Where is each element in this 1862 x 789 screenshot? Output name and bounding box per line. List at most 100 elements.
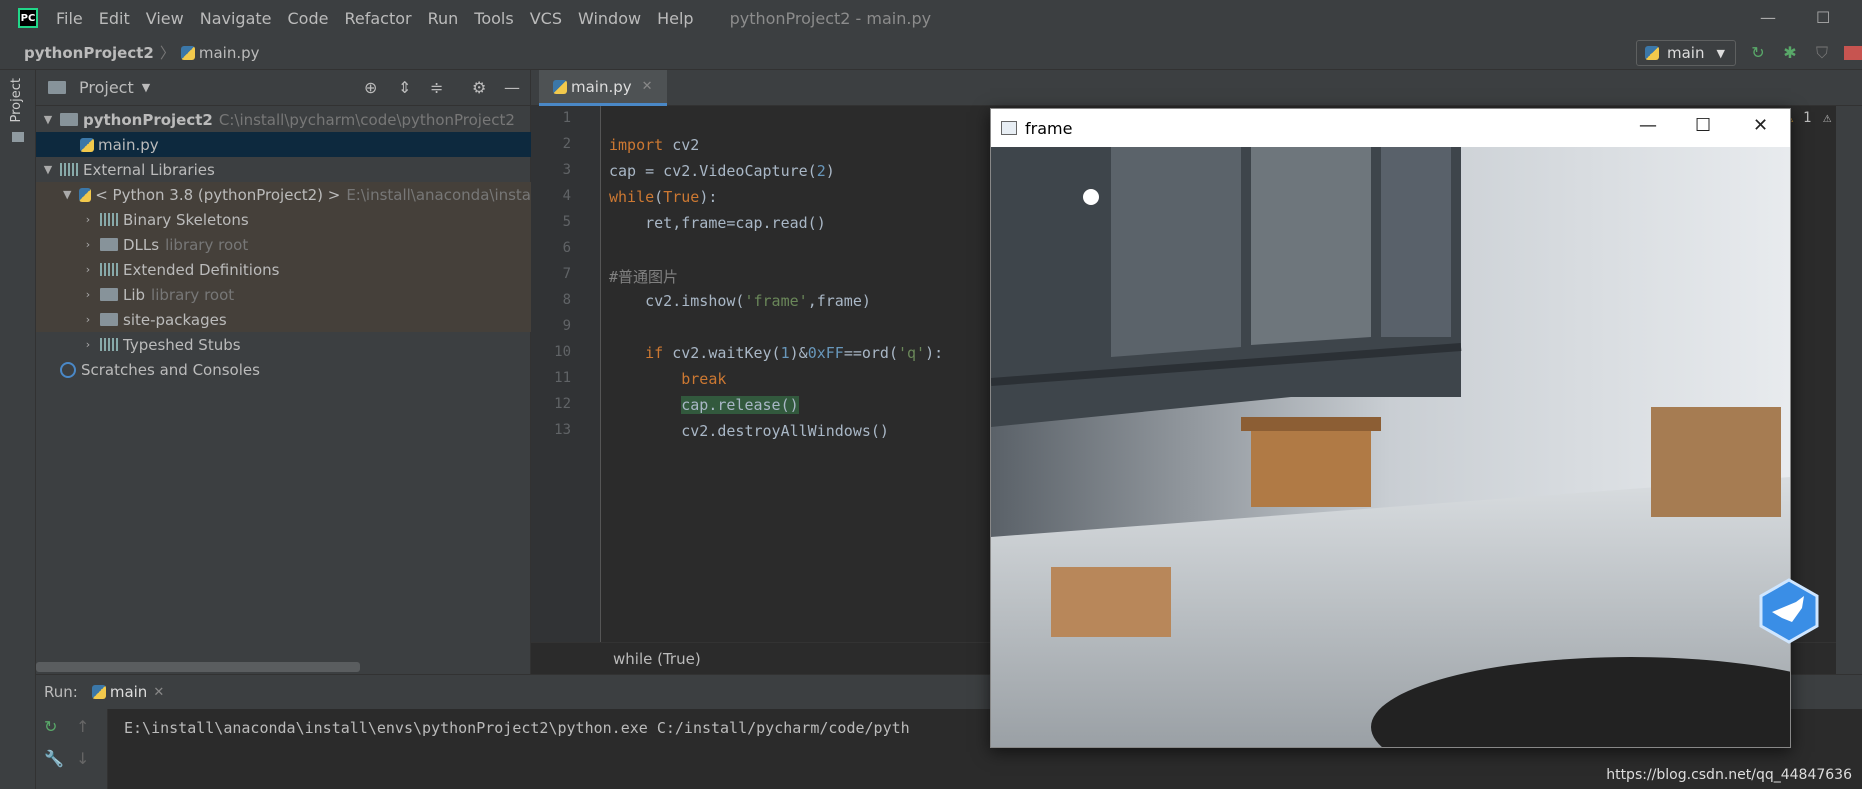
- code-line-12: cap.release(): [681, 396, 799, 414]
- tree-item-label: pythonProject2: [83, 110, 213, 129]
- tree-item-label: Typeshed Stubs: [123, 335, 241, 354]
- project-tool-window-tab[interactable]: Project: [9, 78, 24, 122]
- tree-item-label: < Python 3.8 (pythonProject2) >: [95, 185, 341, 204]
- line-number: 4: [562, 188, 571, 204]
- chevron-right-icon[interactable]: ›: [80, 338, 96, 351]
- arrow-down-icon[interactable]: ↓: [76, 749, 89, 768]
- stop-icon[interactable]: [1844, 46, 1862, 60]
- tree-item-project-root[interactable]: ▼ pythonProject2 C:\install\pycharm\code…: [36, 107, 531, 132]
- debug-bug-icon[interactable]: ✱: [1780, 43, 1800, 63]
- gear-icon[interactable]: ⚙: [472, 78, 486, 97]
- chevron-right-icon[interactable]: ›: [80, 238, 96, 251]
- folder-icon: [12, 132, 24, 142]
- tree-item-dlls[interactable]: › DLLs library root: [36, 232, 531, 257]
- project-folder-icon: [48, 81, 66, 94]
- project-panel-title[interactable]: Project: [79, 78, 134, 97]
- run-configuration-select[interactable]: main ▼: [1636, 40, 1736, 66]
- left-tool-strip: Project: [0, 70, 36, 789]
- tree-item-lib[interactable]: › Lib library root: [36, 282, 531, 307]
- chevron-right-icon[interactable]: ›: [80, 288, 96, 301]
- close-icon[interactable]: ✕: [1753, 115, 1768, 136]
- code-line-13: cv2.destroyAllWindows(): [609, 422, 889, 440]
- code-line-3: cap = cv2.VideoCapture(2): [609, 162, 835, 180]
- editor-tab-bar: main.py ✕: [531, 70, 1862, 106]
- tree-item-extended-definitions[interactable]: › Extended Definitions: [36, 257, 531, 282]
- menu-view[interactable]: View: [138, 9, 192, 28]
- maximize-icon[interactable]: ☐: [1816, 8, 1830, 27]
- tree-item-path: E:\install\anaconda\insta: [346, 185, 531, 204]
- line-number: 3: [562, 162, 571, 178]
- line-number: 8: [562, 292, 571, 308]
- horizontal-scrollbar[interactable]: [36, 662, 360, 672]
- tree-item-binary-skeletons[interactable]: › Binary Skeletons: [36, 207, 531, 232]
- chevron-down-icon[interactable]: ▼: [60, 188, 75, 201]
- library-icon: [100, 213, 118, 226]
- tree-item-scratches[interactable]: Scratches and Consoles: [36, 357, 531, 382]
- menu-window[interactable]: Window: [570, 9, 649, 28]
- rerun-icon[interactable]: ↻: [1748, 43, 1768, 63]
- chevron-down-icon[interactable]: ▼: [40, 113, 56, 126]
- menu-edit[interactable]: Edit: [91, 9, 138, 28]
- collapse-all-icon[interactable]: ≑: [430, 78, 443, 97]
- run-tab-main[interactable]: main ✕: [91, 683, 164, 701]
- menu-tools[interactable]: Tools: [466, 9, 521, 28]
- coverage-icon[interactable]: ⛉: [1812, 43, 1832, 63]
- folder-icon: [100, 238, 118, 251]
- tab-main-py[interactable]: main.py ✕: [539, 70, 667, 106]
- close-icon[interactable]: ✕: [153, 685, 164, 700]
- tree-item-external-libraries[interactable]: ▼ External Libraries: [36, 157, 531, 182]
- python-file-icon: [553, 79, 567, 94]
- project-panel-header: Project ▼ ⊕ ⇕ ≑ ⚙ —: [36, 70, 530, 106]
- tree-item-python-sdk[interactable]: ▼ < Python 3.8 (pythonProject2) > E:\ins…: [36, 182, 531, 207]
- menu-bar: PC File Edit View Navigate Code Refactor…: [0, 0, 1862, 36]
- code-line-10: if cv2.waitKey(1)&0xFF==ord('q'):: [645, 344, 944, 362]
- frame-window-titlebar[interactable]: frame — ☐ ✕: [991, 109, 1790, 147]
- chevron-right-icon[interactable]: ›: [80, 263, 96, 276]
- arrow-up-icon[interactable]: ↑: [76, 717, 89, 736]
- minimize-icon[interactable]: —: [1760, 8, 1776, 27]
- weak-warning-icon[interactable]: ⚠: [1823, 110, 1831, 126]
- tree-item-label: Binary Skeletons: [123, 210, 249, 229]
- run-toolbar: ↻ ↑ 🔧 ↓: [36, 709, 108, 789]
- chevron-down-icon[interactable]: ▼: [142, 81, 150, 94]
- chevron-right-icon[interactable]: ›: [80, 213, 96, 226]
- tab-label: main.py: [571, 77, 632, 96]
- folder-icon: [100, 313, 118, 326]
- rerun-icon[interactable]: ↻: [44, 717, 57, 736]
- menu-file[interactable]: File: [48, 9, 91, 28]
- tree-item-typeshed-stubs[interactable]: › Typeshed Stubs: [36, 332, 531, 357]
- locate-file-icon[interactable]: ⊕: [364, 78, 377, 97]
- menu-run[interactable]: Run: [420, 9, 467, 28]
- library-icon: [100, 338, 118, 351]
- frame-window[interactable]: frame — ☐ ✕: [990, 108, 1791, 748]
- pycharm-logo-icon: PC: [18, 8, 38, 28]
- folder-icon: [100, 288, 118, 301]
- tree-item-main-py[interactable]: main.py: [36, 132, 531, 157]
- menu-navigate[interactable]: Navigate: [192, 9, 280, 28]
- floating-bird-assistant-icon[interactable]: [1758, 578, 1820, 644]
- code-line-8: cv2.imshow('frame',frame): [609, 292, 871, 310]
- maximize-icon[interactable]: ☐: [1695, 115, 1711, 136]
- menu-help[interactable]: Help: [649, 9, 701, 28]
- breadcrumb-file[interactable]: main.py: [199, 44, 260, 62]
- run-configuration-label: main: [1667, 44, 1705, 62]
- line-number: 12: [554, 396, 571, 412]
- menu-refactor[interactable]: Refactor: [336, 9, 419, 28]
- chevron-right-icon[interactable]: ›: [80, 313, 96, 326]
- navigation-bar: pythonProject2 〉 main.py main ▼ ↻ ✱ ⛉: [0, 36, 1862, 70]
- breadcrumb-project[interactable]: pythonProject2: [24, 44, 154, 62]
- menu-vcs[interactable]: VCS: [522, 9, 570, 28]
- tree-item-site-packages[interactable]: › site-packages: [36, 307, 531, 332]
- python-file-icon: [180, 45, 195, 60]
- wrench-icon[interactable]: 🔧: [44, 749, 64, 768]
- menu-code[interactable]: Code: [280, 9, 337, 28]
- tree-item-hint: library root: [151, 285, 235, 304]
- close-icon[interactable]: ✕: [642, 79, 653, 94]
- hide-panel-icon[interactable]: —: [504, 78, 520, 97]
- console-output[interactable]: E:\install\anaconda\install\envs\pythonP…: [124, 719, 910, 737]
- breadcrumb-scope[interactable]: while (True): [613, 650, 701, 668]
- expand-all-icon[interactable]: ⇕: [398, 78, 411, 97]
- project-panel: Project ▼ ⊕ ⇕ ≑ ⚙ — ▼ pythonProject2 C:\…: [36, 70, 531, 674]
- chevron-down-icon[interactable]: ▼: [40, 163, 56, 176]
- minimize-icon[interactable]: —: [1639, 115, 1657, 136]
